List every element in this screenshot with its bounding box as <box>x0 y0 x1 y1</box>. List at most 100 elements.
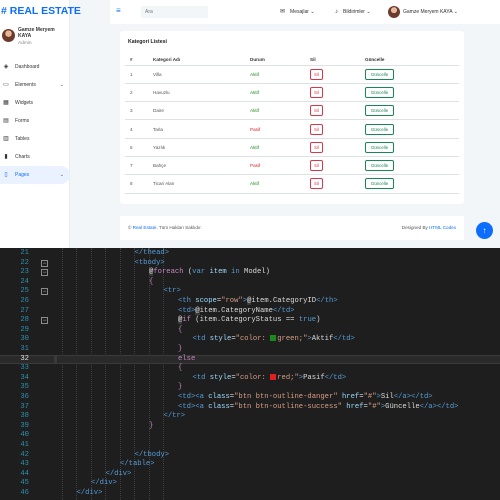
code-token: <td <box>192 335 210 344</box>
code-text: <td><a class="btn btn-outline-success" h… <box>178 403 459 413</box>
sidebar-item-forms[interactable]: ▤ Forms <box>0 112 70 130</box>
code-line[interactable]: 22 − <tbody> <box>0 259 500 269</box>
line-number: 28 <box>20 316 29 325</box>
line-number: 27 <box>20 306 29 315</box>
code-token: Aktif <box>311 335 334 344</box>
code-line[interactable]: 40 <box>0 431 500 441</box>
category-id: 4 <box>125 119 148 139</box>
notifications-dropdown[interactable]: ♪ Bildirimler ⌄ <box>335 0 371 24</box>
sidebar-item-dashboard[interactable]: ◈ Dashboard <box>0 58 70 76</box>
update-button[interactable]: Güncelle <box>365 160 394 172</box>
code-token: "btn btn-outline-danger" <box>234 393 338 401</box>
sidebar-item-label: Charts <box>15 154 30 160</box>
delete-button[interactable]: Sil <box>310 160 323 172</box>
update-button[interactable]: Güncelle <box>365 86 394 98</box>
messages-dropdown[interactable]: ✉ Mesajlar ⌄ <box>280 0 315 24</box>
sidebar-item-charts[interactable]: ▮ Charts <box>0 148 70 166</box>
delete-button[interactable]: Sil <box>310 123 323 135</box>
code-token: <td><a <box>178 402 209 411</box>
code-line[interactable]: 34 <td style="color: red;">Pasif</td> <box>0 373 500 384</box>
code-line[interactable]: 44 </div> <box>0 470 500 480</box>
code-line[interactable]: 46 </div> <box>0 489 500 499</box>
code-line[interactable]: 31} <box>0 345 500 355</box>
brand-logo[interactable]: # REAL ESTATE <box>1 5 81 17</box>
code-token: </a></td> <box>419 402 459 411</box>
category-table-body: 1 Villa Aktif Sil Güncelle 2 Havuzlu Aktif Sil Gü… <box>125 65 459 194</box>
copyright-symbol: © <box>128 225 132 230</box>
update-cell: Güncelle <box>360 101 459 121</box>
code-token: <tr> <box>163 287 181 296</box>
line-number: 34 <box>20 373 29 382</box>
delete-cell: Sil <box>305 138 360 157</box>
code-token: </tbody> <box>134 450 170 459</box>
code-line[interactable]: 42 </tbody> <box>0 451 500 461</box>
code-line[interactable]: 38 </tr> <box>0 412 500 422</box>
line-number: 25 <box>20 287 29 296</box>
chevron-down-icon: ⌄ <box>59 82 64 88</box>
category-name: Ticari Alan <box>148 174 245 194</box>
code-line[interactable]: 35} <box>0 383 500 393</box>
laptop-icon: ▭ <box>3 82 9 88</box>
fold-toggle-icon[interactable]: − <box>41 269 48 277</box>
code-line[interactable]: 45 </div> <box>0 479 500 489</box>
code-line[interactable]: 24 { <box>0 278 500 288</box>
code-token: var <box>192 268 206 277</box>
code-line[interactable]: 29 { <box>0 326 500 336</box>
code-line[interactable]: 23 − @foreach (var item in Model) <box>0 268 500 278</box>
code-token: href <box>346 402 364 411</box>
code-line[interactable]: 39} <box>0 422 500 432</box>
column-header: # <box>125 55 148 66</box>
user-dropdown[interactable]: Gamze Meryem KAYA ⌄ <box>403 0 458 24</box>
fold-toggle-icon[interactable]: − <box>41 259 48 267</box>
update-button[interactable]: Güncelle <box>365 123 394 135</box>
category-name: Daire <box>148 101 245 121</box>
code-token: href <box>341 393 360 401</box>
site-link[interactable]: Real Estate <box>133 225 157 230</box>
category-id: 8 <box>125 174 148 194</box>
code-line[interactable]: 27 <td>@item.CategoryName</td> <box>0 306 500 317</box>
code-text: <tbody> <box>135 259 165 269</box>
delete-button[interactable]: Sil <box>310 178 323 190</box>
update-button[interactable]: Güncelle <box>365 105 394 117</box>
sidebar-item-elements[interactable]: ▭ Elements ⌄ <box>0 76 70 94</box>
code-token: foreach <box>153 268 184 277</box>
code-token: "#" <box>363 393 377 401</box>
update-button[interactable]: Güncelle <box>365 68 394 80</box>
code-line[interactable]: 33 { <box>0 364 500 374</box>
menu-toggle-icon[interactable]: ≡ <box>116 7 124 15</box>
sidebar-item-tables[interactable]: ▥ Tables <box>0 130 70 148</box>
designer-link[interactable]: HTML Codex <box>429 225 456 230</box>
code-line[interactable]: 25 − <tr> <box>0 287 500 297</box>
code-line[interactable]: 36 <td><a class="btn btn-outline-danger" … <box>0 393 500 403</box>
code-line[interactable]: 41 <box>0 441 500 451</box>
table-row: 8 Ticari Alan Aktif Sil Güncelle <box>125 174 459 194</box>
back-to-top-button[interactable]: ↑ <box>476 222 493 239</box>
code-line[interactable]: 30 <td style="color: green;">Aktif</td> <box>0 335 500 345</box>
grid-icon: ▦ <box>3 100 9 106</box>
delete-button[interactable]: Sil <box>310 141 323 153</box>
sidebar-item-pages[interactable]: ▯ Pages ⌄ <box>0 166 70 184</box>
delete-button[interactable]: Sil <box>310 68 323 80</box>
delete-button[interactable]: Sil <box>310 86 323 98</box>
search-input[interactable] <box>141 6 208 18</box>
code-line[interactable]: 32 else <box>0 354 500 365</box>
code-line[interactable]: 43 </table> <box>0 460 500 470</box>
sidebar-item-label: Pages <box>15 172 30 178</box>
code-line[interactable]: 26 <th scope="row">@item.CategoryID</th> <box>0 297 500 307</box>
table-header-row: # Kategori Adı Durum Sil Güncelle <box>125 55 459 66</box>
fold-toggle-icon[interactable]: − <box>41 317 48 325</box>
delete-button[interactable]: Sil <box>310 105 323 117</box>
code-editor[interactable]: 21 </thead> 22 − <tbody> 23 − @foreach (var ite… <box>0 248 500 500</box>
line-number: 40 <box>20 431 29 440</box>
sidebar-item-widgets[interactable]: ▦ Widgets <box>0 94 70 112</box>
code-token: item.CategoryID <box>251 297 317 305</box>
avatar[interactable] <box>388 6 400 18</box>
code-line[interactable]: 28 − @if (item.CategoryStatus == true) <box>0 316 500 326</box>
update-button[interactable]: Güncelle <box>365 178 394 190</box>
update-button[interactable]: Güncelle <box>365 141 394 153</box>
code-line[interactable]: 37 <td><a class="btn btn-outline-success"… <box>0 403 500 413</box>
fold-toggle-icon[interactable]: − <box>41 288 48 296</box>
code-line[interactable]: 21 </thead> <box>0 249 500 259</box>
column-header: Durum <box>245 55 305 66</box>
designed-by-text: Designed By <box>401 225 428 230</box>
